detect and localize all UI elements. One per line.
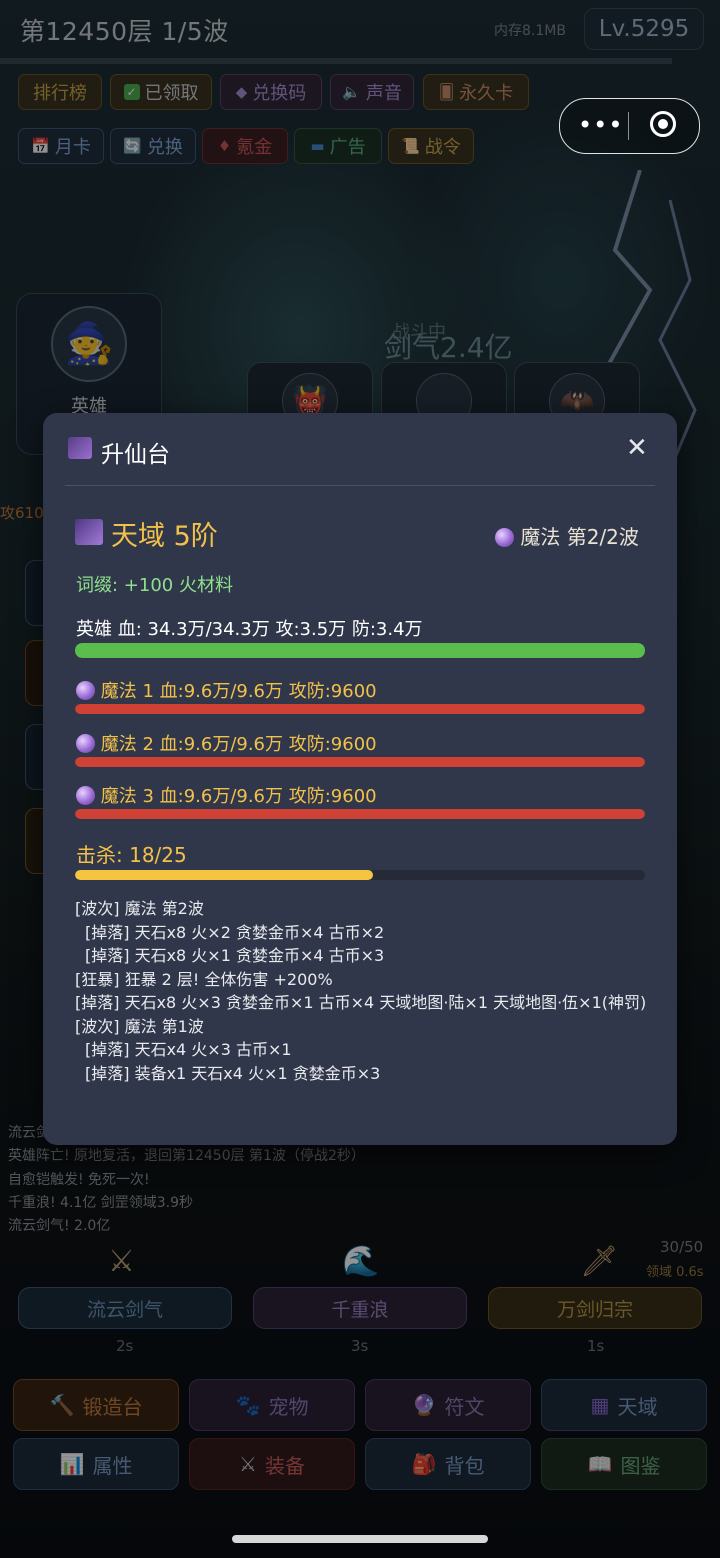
kill-progress-bar [75, 870, 645, 880]
wave-info: 魔法 第2/2波 [495, 521, 639, 550]
enemy-stats-text: 魔法 3 血:9.6万/9.6万 攻防:9600 [100, 786, 377, 807]
log-entry: [掉落] 天石x4 火×3 古币×1 [85, 1040, 292, 1059]
log-entry: [掉落] 天石x8 火×2 贪婪金币×4 古币×2 [85, 922, 385, 942]
enemy-stats-2: 魔法 2 血:9.6万/9.6万 攻防:9600 [76, 730, 377, 756]
enemy-stats-3: 魔法 3 血:9.6万/9.6万 攻防:9600 [76, 782, 377, 808]
kill-counter: 击杀: 18/25 [76, 843, 187, 867]
hero-stats: 英雄 血: 34.3万/34.3万 攻:3.5万 防:3.4万 [76, 619, 423, 640]
more-menu-icon[interactable]: ••• [578, 113, 623, 137]
enemy-hp-fill [75, 809, 645, 819]
galaxy-icon [68, 437, 92, 459]
dialog-title: 升仙台 [101, 442, 170, 468]
divider [65, 485, 655, 486]
battle-log: [波次] 魔法 第2波 [掉落] 天石x8 火×2 贪婪金币×4 古币×2 [掉落]… [75, 897, 655, 1085]
hero-hp-bar [75, 643, 645, 658]
crystal-ball-icon [495, 528, 514, 547]
log-entry: [狂暴] 狂暴 2 层! 全体伤害 +200% [75, 969, 333, 989]
miniprogram-capsule: ••• [559, 98, 700, 154]
realm-title: 天域 5阶 [111, 521, 218, 552]
crystal-ball-icon [76, 786, 95, 805]
wave-label: 魔法 第2/2波 [520, 525, 639, 549]
enemy-stats-1: 魔法 1 血:9.6万/9.6万 攻防:9600 [76, 677, 377, 703]
enemy-hp-bar-2 [75, 757, 645, 767]
log-entry: [波次] 魔法 第1波 [75, 1016, 204, 1036]
crystal-ball-icon [76, 681, 95, 700]
enemy-hp-fill [75, 704, 645, 714]
affix-label: 词缀: +100 火材料 [76, 575, 233, 596]
enemy-hp-bar-3 [75, 809, 645, 819]
close-miniprogram-icon[interactable] [650, 111, 676, 137]
kill-progress-fill [75, 870, 373, 880]
galaxy-icon [75, 519, 103, 545]
capsule-divider [628, 112, 629, 140]
log-entry: [掉落] 装备x1 天石x4 火×1 贪婪金币×3 [85, 1063, 381, 1083]
ascension-platform-dialog: 升仙台 ✕ 天域 5阶 魔法 第2/2波 词缀: +100 火材料 英雄 血: … [43, 413, 677, 1145]
enemy-stats-text: 魔法 2 血:9.6万/9.6万 攻防:9600 [100, 734, 377, 755]
enemy-hp-bar-1 [75, 704, 645, 714]
log-entry: [掉落] 天石x8 火×3 贪婪金币×1 古币×4 天域地图·陆×1 天域地图·… [75, 993, 647, 1012]
close-icon[interactable]: ✕ [626, 433, 648, 463]
hero-hp-fill [75, 643, 645, 658]
enemy-stats-text: 魔法 1 血:9.6万/9.6万 攻防:9600 [100, 681, 377, 702]
enemy-hp-fill [75, 757, 645, 767]
crystal-ball-icon [76, 734, 95, 753]
log-entry: [波次] 魔法 第2波 [75, 899, 204, 918]
home-indicator [232, 1535, 488, 1543]
log-entry: [掉落] 天石x8 火×1 贪婪金币×4 古币×3 [85, 946, 385, 965]
